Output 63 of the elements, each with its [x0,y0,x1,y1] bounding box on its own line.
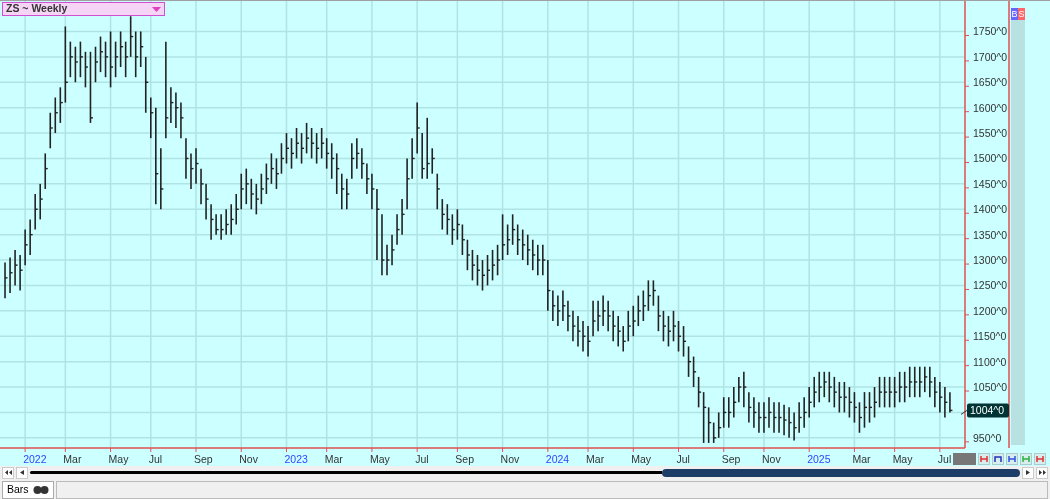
chart-tool-button[interactable] [1006,453,1018,465]
x-tick-label: Mar [852,453,871,465]
x-tick-label: 2025 [807,453,831,465]
x-tick-label: Jul [415,453,429,465]
x-tick-label: May [631,453,652,465]
x-tick-label: Sep [455,453,475,465]
y-tick-label: 1250^0 [973,279,1008,292]
tool-icon [1036,456,1044,462]
chart-tool-button[interactable] [1034,453,1046,465]
y-tick-label: 1200^0 [973,304,1008,317]
y-tick-label: 1750^0 [973,25,1008,38]
order-button[interactable]: S [1018,8,1025,20]
tool-icon [994,456,1002,462]
x-tick-label: 2022 [23,453,47,465]
x-tick-label: Nov [239,453,258,465]
x-tick-label: May [108,453,129,465]
x-tick-label: May [892,453,913,465]
scroll-start-button[interactable] [2,466,14,479]
y-tick-label: 1550^0 [973,127,1008,140]
right-icon [1026,470,1030,475]
y-tick-label: 1600^0 [973,101,1008,114]
x-tick-label: May [369,453,390,465]
chart-title: ZS ~ Weekly [6,1,68,17]
x-tick-label: Mar [586,453,605,465]
x-tick-label: Nov [761,453,781,465]
tool-icon [980,456,988,462]
scroll-block [953,453,976,465]
tool-icon [1022,456,1030,462]
y-tick-label: 1350^0 [973,228,1008,241]
scroll-thumb[interactable] [662,468,1020,477]
left-icon [20,470,24,475]
x-tick-label: Jul [937,453,952,465]
y-tick-label: 1650^0 [973,76,1008,89]
y-tick-label: 1400^0 [973,203,1008,216]
order-button[interactable]: B [1011,8,1018,20]
double-left-icon [4,470,12,475]
x-tick-label: Jul [148,453,163,465]
x-tick-label: Jul [676,453,690,465]
x-tick-label: Sep [721,453,741,465]
chart-tool-button[interactable] [992,453,1004,465]
chart-tool-button[interactable] [978,453,990,465]
chart-tab[interactable]: Bars [2,481,54,499]
x-tick-label: Nov [500,453,520,465]
x-tick-label: Mar [63,453,82,465]
scroll-right-button[interactable] [1022,466,1034,479]
y-tick-label: 1300^0 [973,254,1008,267]
tool-icon [1008,456,1016,462]
y-tick-label: 1100^0 [973,355,1007,368]
x-tick-label: Sep [194,453,213,465]
bars-icon [32,486,49,494]
dropdown-caret-icon[interactable] [152,6,161,12]
x-tick-label: 2024 [545,453,570,465]
x-tick-label: Mar [324,453,343,465]
double-right-icon [1038,470,1046,475]
y-tick-label: 1700^0 [973,50,1008,63]
y-tick-label: 1150^0 [973,330,1007,343]
y-tick-label: 950^0 [973,431,1002,444]
y-tick-label: 1050^0 [973,381,1008,394]
x-tick-label: 2023 [284,453,308,465]
y-tick-label: 1450^0 [973,177,1008,190]
y-tick-label: 1500^0 [973,152,1008,165]
scroll-end-button[interactable] [1036,466,1048,479]
scroll-left-button[interactable] [16,466,28,479]
